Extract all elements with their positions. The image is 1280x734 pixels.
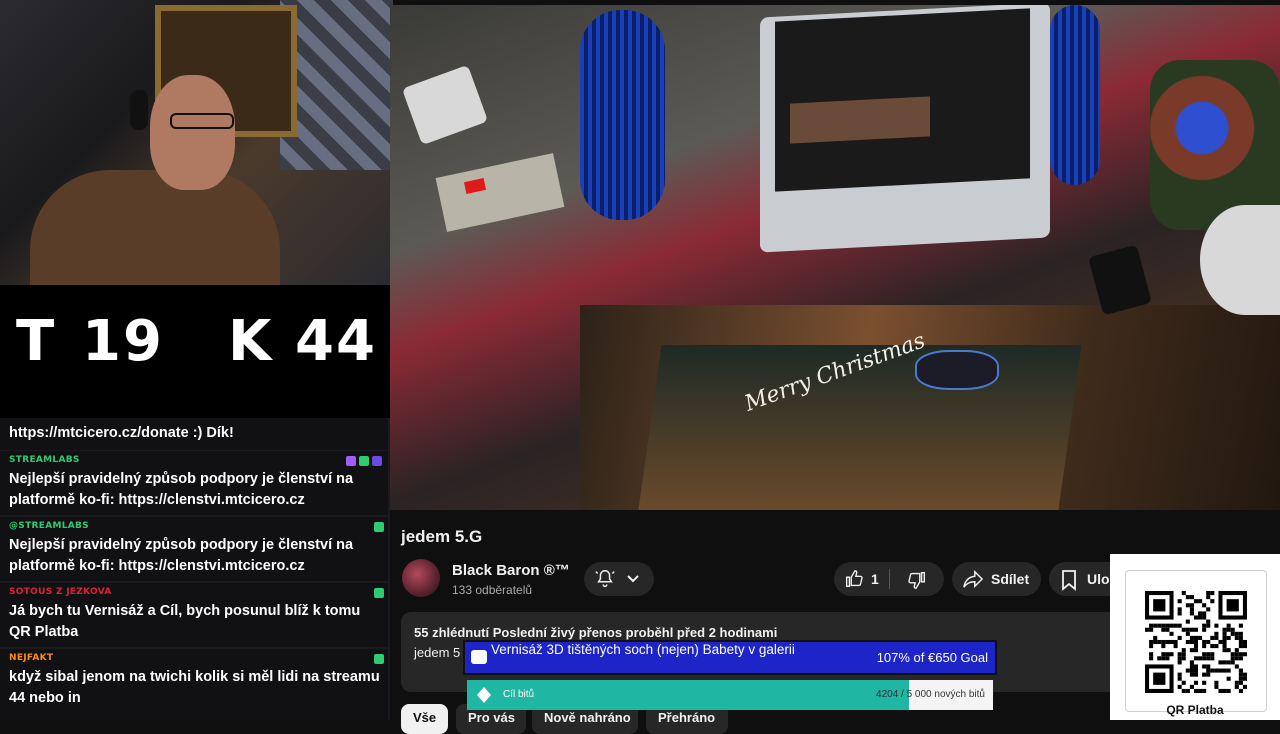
mouse <box>915 350 999 390</box>
qr-code-icon[interactable] <box>1145 591 1247 693</box>
channel-name[interactable]: Black Baron ®™ <box>452 562 570 579</box>
t-label: T <box>16 309 57 374</box>
chat-username[interactable]: STREAMLABS <box>9 455 80 465</box>
vernisaz-goal-bar: Vernisáž 3D tištěných soch (nejen) Babet… <box>463 640 997 675</box>
t-value: 19 <box>82 309 164 374</box>
headset <box>130 90 148 130</box>
chat-message: SOTOUS Z JEZKOVA Já bych tu Vernisáž a C… <box>0 583 388 647</box>
chat-message-text: když sibal jenom na twichi kolik si měl … <box>9 669 380 706</box>
charger <box>401 64 489 146</box>
vernisaz-goal-value: 107% of €650 Goal <box>876 650 988 665</box>
kick-badge-icon <box>374 588 384 598</box>
chat-message: STREAMLABS Nejlepší pravidelný způsob po… <box>0 451 388 515</box>
qr-payment-panel: QR Platba <box>1110 554 1280 720</box>
channel-avatar[interactable] <box>402 559 440 597</box>
share-icon <box>963 569 984 589</box>
kick-badge-icon <box>374 654 384 664</box>
power-strip <box>435 153 565 232</box>
bits-goal-value: 4204 / 5 000 nových bitů <box>876 689 985 700</box>
chip-label: Nově nahráno <box>544 710 631 725</box>
chat-username[interactable]: SOTOUS Z JEZKOVA <box>9 587 112 597</box>
chat-message: NEJFAKT když sibal jenom na twichi kolik… <box>0 649 388 720</box>
k-value: 44 <box>295 309 377 374</box>
chat-message: @STREAMLABS Nejlepší pravidelný způsob p… <box>0 517 388 581</box>
fan <box>1200 205 1280 315</box>
qr-label: QR Platba <box>1166 703 1224 717</box>
streamer-body <box>30 170 280 285</box>
tk-counter: T 19 K 44 <box>0 285 390 418</box>
badge-icon <box>346 456 356 466</box>
video-player[interactable]: Merry Christmas <box>390 5 1280 510</box>
divider <box>889 569 890 589</box>
qr-frame <box>1125 570 1267 712</box>
chat-message: https://mtcicero.cz/donate :) Dík! <box>0 418 388 450</box>
tinsel <box>1050 5 1100 185</box>
bell-icon <box>595 570 615 588</box>
monitor-screen-content <box>790 96 930 144</box>
k-label: K <box>228 309 274 374</box>
chat-username[interactable]: @STREAMLABS <box>9 521 89 531</box>
bits-goal-bar: Cíl bitů 4204 / 5 000 nových bitů <box>467 680 993 710</box>
thumbs-up-icon[interactable] <box>843 568 865 590</box>
like-dislike-group: 1 <box>834 562 944 596</box>
chip-all[interactable]: Vše <box>401 704 448 734</box>
gift-icon <box>471 650 487 664</box>
chevron-down-icon <box>627 575 639 583</box>
chat-message-text: https://mtcicero.cz/donate :) Dík! <box>9 425 234 441</box>
subscriber-count: 133 odběratelů <box>452 583 533 597</box>
streamer-head <box>150 75 235 190</box>
badge-icon <box>372 456 382 466</box>
video-title: jedem 5.G <box>401 527 483 546</box>
chip-label: Pro vás <box>468 710 515 725</box>
bookmark-icon <box>1062 570 1076 591</box>
chat-message-text: Nejlepší pravidelný způsob podpory je čl… <box>9 537 354 574</box>
chat-message-text: Já bych tu Vernisáž a Cíl, bych posunul … <box>9 603 361 640</box>
chat-panel: https://mtcicero.cz/donate :) Dík! STREA… <box>0 418 390 720</box>
vernisaz-goal-text: Vernisáž 3D tištěných soch (nejen) Babet… <box>491 642 795 657</box>
kick-badge-icon <box>374 522 384 532</box>
notification-button[interactable] <box>584 562 654 596</box>
chip-label: Přehráno <box>658 710 716 725</box>
webcam-feed <box>0 0 393 285</box>
share-label: Sdílet <box>991 571 1030 587</box>
share-button[interactable]: Sdílet <box>952 562 1041 596</box>
description-text: jedem 5 <box>414 645 461 660</box>
chip-label: Vše <box>413 710 437 725</box>
thumbs-down-icon[interactable] <box>906 569 928 591</box>
badge-icon <box>359 456 369 466</box>
like-count: 1 <box>871 571 879 587</box>
bits-goal-label: Cíl bitů <box>503 689 535 700</box>
chat-message-text: Nejlepší pravidelný způsob podpory je čl… <box>9 471 354 508</box>
chat-username[interactable]: NEJFAKT <box>9 653 53 663</box>
tinsel <box>580 10 665 220</box>
glasses <box>170 113 234 129</box>
description-stats: 55 zhlédnutí Poslední živý přenos proběh… <box>414 625 778 640</box>
